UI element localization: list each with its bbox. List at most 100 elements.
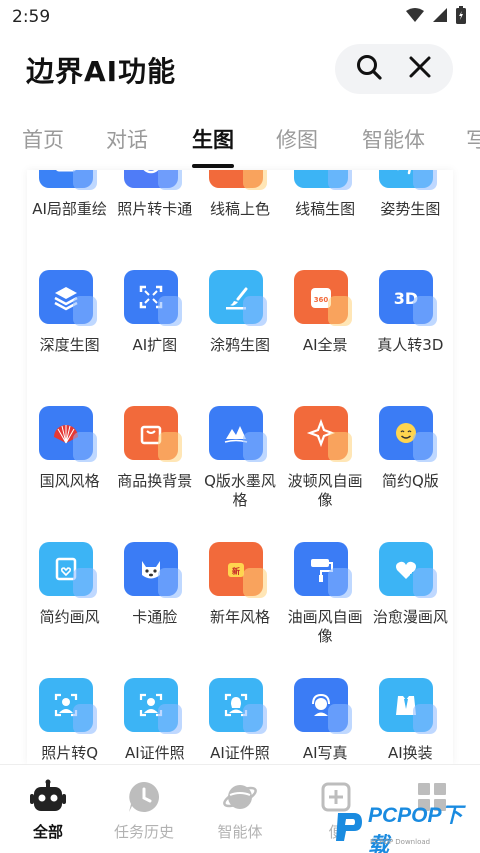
feature-icon-wrap <box>294 542 356 604</box>
feature-label: 卡通脸 <box>132 608 178 626</box>
search-icon <box>356 54 382 84</box>
feature-item[interactable]: 线稿生图 <box>283 170 368 254</box>
tab-chat[interactable]: 对话 <box>106 124 148 154</box>
category-tabs: 首页 对话 生图 修图 智能体 写 <box>0 112 480 168</box>
svg-text:360: 360 <box>314 296 329 304</box>
feature-item[interactable]: 卡通脸 <box>112 526 197 662</box>
icon-accent-shape <box>328 432 353 462</box>
feature-icon-wrap <box>123 406 186 468</box>
feature-icon-wrap <box>379 542 441 604</box>
feature-label: 油画风自画像 <box>287 608 363 645</box>
icon-accent-shape <box>328 568 353 598</box>
feature-label: AI证件照 <box>124 744 185 762</box>
feature-label: 深度生图 <box>39 336 100 354</box>
icon-accent-shape <box>413 704 438 734</box>
feature-label: 线稿上色 <box>209 200 270 218</box>
feature-item[interactable]: AI证件照 <box>197 662 282 764</box>
feature-label: 波顿风自画像 <box>287 472 363 509</box>
feature-item[interactable]: 国风风格 <box>27 390 112 526</box>
feature-label: 照片转Q <box>41 744 98 762</box>
feature-item[interactable]: 360 AI全景 <box>283 254 368 390</box>
icon-accent-shape <box>413 170 438 190</box>
tab-active-indicator <box>192 164 234 168</box>
feature-item[interactable]: 油画风自画像 <box>283 526 368 662</box>
tab-image-edit[interactable]: 修图 <box>276 124 318 154</box>
feature-item[interactable]: 照片转卡通 <box>112 170 197 254</box>
feature-item[interactable]: AI证件照 <box>112 662 197 764</box>
icon-accent-shape <box>328 170 353 190</box>
icon-accent-shape <box>157 568 182 598</box>
feature-label: 姿势生图 <box>380 200 441 218</box>
feature-item[interactable]: 简约Q版 <box>368 390 453 526</box>
feature-item[interactable]: 新新年风格 <box>197 526 282 662</box>
feature-item[interactable]: Q版水墨风格 <box>197 390 282 526</box>
feature-panel[interactable]: AI局部重绘 照片转卡通 线稿上色 线稿生图 姿势生图 深度生图 AI扩图 涂鸦生图 360 AI… <box>27 170 453 764</box>
feature-item[interactable]: 治愈漫画风 <box>368 526 453 662</box>
feature-icon-wrap <box>123 170 186 196</box>
feature-icon-wrap <box>294 170 356 196</box>
feature-label: 涂鸦生图 <box>209 336 270 354</box>
feature-icon-wrap <box>123 678 186 740</box>
feature-item[interactable]: AI扩图 <box>112 254 197 390</box>
feature-item[interactable]: 线稿上色 <box>197 170 282 254</box>
search-button[interactable] <box>349 49 389 89</box>
feature-item[interactable]: 姿势生图 <box>368 170 453 254</box>
feature-label: 简约Q版 <box>381 472 439 490</box>
icon-accent-shape <box>242 170 267 190</box>
feature-icon-wrap <box>208 678 271 740</box>
feature-label: 商品换背景 <box>117 472 193 490</box>
icon-accent-shape <box>157 704 182 734</box>
feature-label: 照片转卡通 <box>117 200 193 218</box>
feature-item[interactable]: 3D 真人转3D <box>368 254 453 390</box>
close-icon <box>408 55 432 83</box>
icon-accent-shape <box>72 296 97 326</box>
nav-label: 智能体 <box>217 823 263 841</box>
feature-label: AI换装 <box>388 744 433 762</box>
feature-label: 国风风格 <box>39 472 100 490</box>
feature-item[interactable]: AI写真 <box>283 662 368 764</box>
nav-label: 任务历史 <box>113 823 174 841</box>
feature-label: 简约画风 <box>39 608 100 626</box>
wifi-icon <box>406 7 424 27</box>
feature-item[interactable]: 照片转Q <box>27 662 112 764</box>
svg-text:新: 新 <box>232 566 240 576</box>
nav-all[interactable]: 全部 <box>0 765 96 853</box>
clock-icon <box>126 779 162 815</box>
icon-accent-shape <box>72 704 97 734</box>
icon-accent-shape <box>242 568 267 598</box>
feature-icon-wrap <box>38 542 101 604</box>
feature-item[interactable]: 涂鸦生图 <box>197 254 282 390</box>
feature-icon-wrap <box>123 542 186 604</box>
feature-icon-wrap <box>379 170 441 196</box>
watermark: PCPOP下载 PCPOP Download <box>334 804 480 853</box>
tab-write[interactable]: 写 <box>466 124 480 154</box>
icon-accent-shape <box>157 296 182 326</box>
nav-agent[interactable]: 智能体 <box>192 765 288 853</box>
feature-label: Q版水墨风格 <box>204 472 276 509</box>
close-button[interactable] <box>400 49 440 89</box>
feature-item[interactable]: 深度生图 <box>27 254 112 390</box>
nav-task-history[interactable]: 任务历史 <box>96 765 192 853</box>
feature-icon-wrap <box>294 678 356 740</box>
status-bar: 2:59 <box>0 0 480 34</box>
tab-image-gen[interactable]: 生图 <box>192 124 234 154</box>
feature-icon-wrap <box>208 170 271 196</box>
feature-item[interactable]: 简约画风 <box>27 526 112 662</box>
feature-icon-wrap <box>208 406 271 468</box>
feature-label: AI证件照 <box>210 744 270 762</box>
page-title: 边界AI功能 <box>26 55 177 88</box>
feature-item[interactable]: 波顿风自画像 <box>283 390 368 526</box>
tab-home[interactable]: 首页 <box>22 124 64 154</box>
feature-icon-wrap <box>38 406 101 468</box>
tab-agent[interactable]: 智能体 <box>362 124 425 154</box>
feature-item[interactable]: AI局部重绘 <box>27 170 112 254</box>
icon-accent-shape <box>242 704 267 734</box>
feature-item[interactable]: 商品换背景 <box>112 390 197 526</box>
feature-label: 治愈漫画风 <box>372 608 448 626</box>
feature-icon-wrap <box>38 270 101 332</box>
feature-icon-wrap: 3D <box>379 270 441 332</box>
header-actions <box>335 44 453 94</box>
feature-item[interactable]: AI换装 <box>368 662 453 764</box>
status-time: 2:59 <box>12 7 51 27</box>
icon-accent-shape <box>328 704 353 734</box>
